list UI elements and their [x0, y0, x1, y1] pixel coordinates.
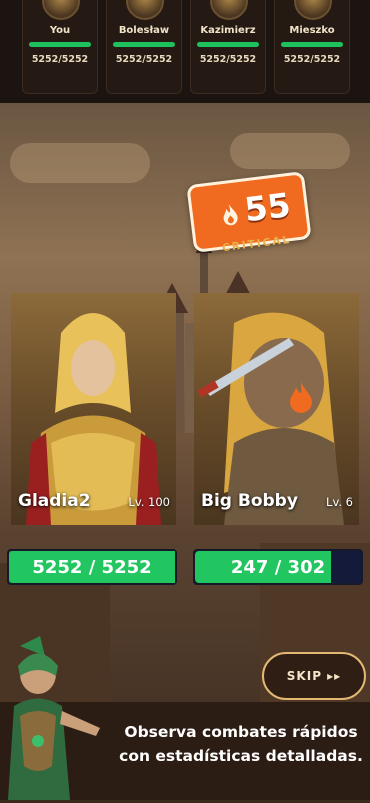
team-member-hp: 5252/5252 [115, 54, 173, 65]
team-member-hp: 5252/5252 [31, 54, 89, 65]
hero-mascot-illustration [8, 636, 100, 800]
player-hp-bar: 5252 / 5252 [7, 549, 177, 585]
enemy-name: Big Bobby [201, 491, 298, 511]
skip-button[interactable]: SKIP ▸▸ [262, 652, 366, 700]
team-member-hp-bar [197, 42, 259, 47]
team-member-hp: 5252/5252 [283, 54, 341, 65]
enemy-hp-text: 247 / 302 [230, 557, 326, 578]
team-bar: You 5252/5252 Bolesław 5252/5252 Kazimie… [0, 0, 370, 103]
cloud [230, 133, 350, 169]
team-member-card[interactable]: You 5252/5252 [22, 0, 98, 94]
team-member-hp: 5252/5252 [199, 54, 257, 65]
team-member-hp-bar [113, 42, 175, 47]
avatar [210, 0, 248, 20]
avatar [294, 0, 332, 20]
enemy-level: Lv. 6 [326, 495, 353, 509]
promo-text: Observa combates rápidos con estadística… [116, 720, 366, 768]
enemy-fighter-card: Big Bobby Lv. 6 [194, 293, 359, 525]
avatar [42, 0, 80, 20]
team-member-name: Kazimierz [200, 25, 256, 36]
team-member-hp-bar [29, 42, 91, 47]
team-member-card[interactable]: Mieszko 5252/5252 [274, 0, 350, 94]
promo-line-1: Observa combates rápidos [124, 723, 358, 741]
team-member-name: Mieszko [289, 25, 335, 36]
team-member-card[interactable]: Bolesław 5252/5252 [106, 0, 182, 94]
player-name: Gladia2 [18, 491, 91, 511]
flame-icon [290, 382, 312, 413]
team-member-name: You [49, 25, 71, 36]
player-level: Lv. 100 [128, 495, 170, 509]
enemy-hp-bar: 247 / 302 [193, 549, 363, 585]
team-member-name: Bolesław [118, 25, 170, 36]
damage-value: 55 [242, 185, 293, 230]
cloud [10, 143, 150, 183]
team-member-hp-bar [281, 42, 343, 47]
team-member-card[interactable]: Kazimierz 5252/5252 [190, 0, 266, 94]
promo-line-2: con estadísticas detalladas. [119, 747, 363, 765]
player-fighter-card: Gladia2 Lv. 100 [11, 293, 176, 525]
player-hp-text: 5252 / 5252 [32, 557, 152, 578]
flame-icon [223, 204, 238, 226]
avatar [126, 0, 164, 20]
